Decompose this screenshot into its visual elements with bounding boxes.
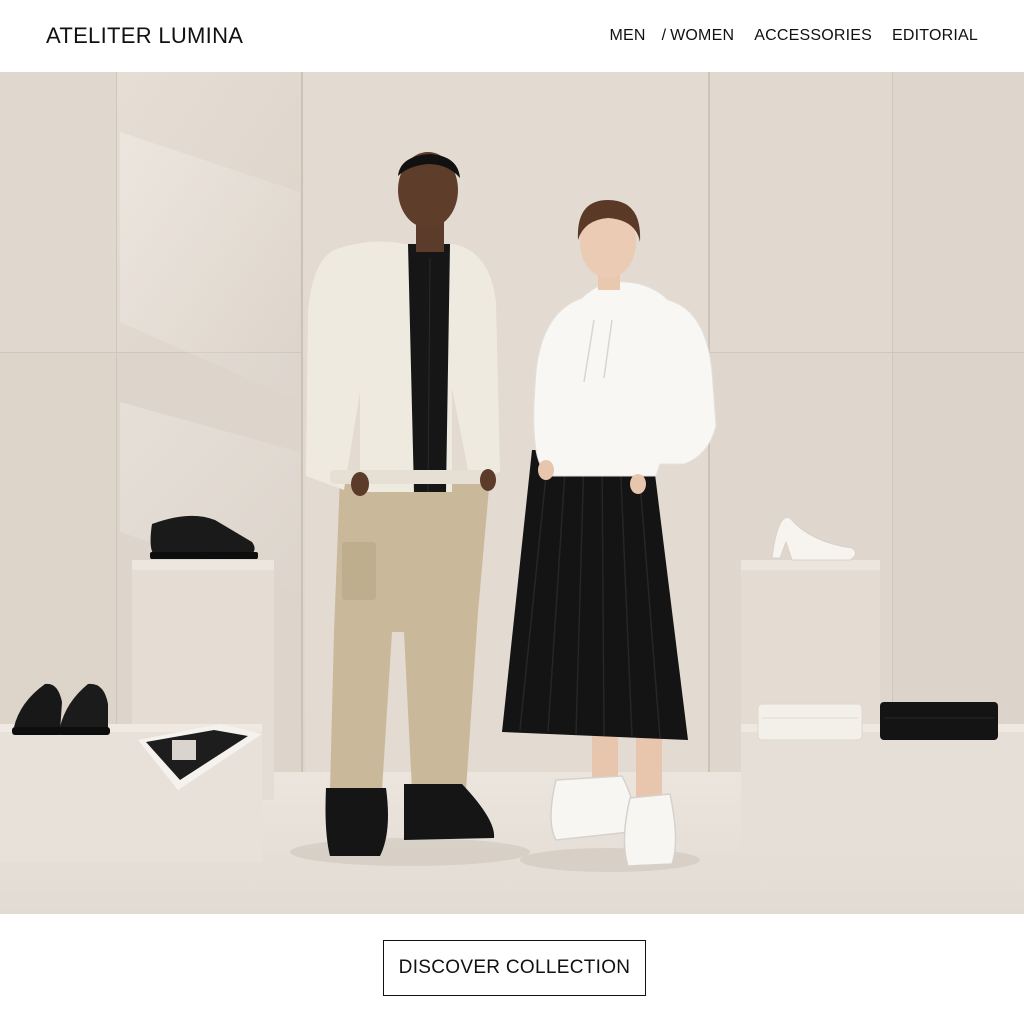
main-nav: MEN / WOMEN ACCESSORIES EDITORIAL: [610, 27, 979, 45]
nav-item-editorial[interactable]: EDITORIAL: [892, 27, 978, 45]
cta-area: DISCOVER COLLECTION: [0, 914, 1024, 1024]
hero-banner: [0, 72, 1024, 914]
nav-separator: /: [661, 27, 667, 44]
brand-logo[interactable]: ATELITER LUMINA: [46, 23, 243, 49]
site-header: ATELITER LUMINA MEN / WOMEN ACCESSORIES …: [0, 0, 1024, 72]
nav-item-men[interactable]: MEN: [610, 27, 646, 45]
hero-photo: [0, 72, 1024, 914]
discover-collection-button[interactable]: DISCOVER COLLECTION: [383, 940, 646, 996]
nav-item-women[interactable]: WOMEN: [670, 27, 734, 45]
nav-item-accessories[interactable]: ACCESSORIES: [754, 27, 872, 45]
